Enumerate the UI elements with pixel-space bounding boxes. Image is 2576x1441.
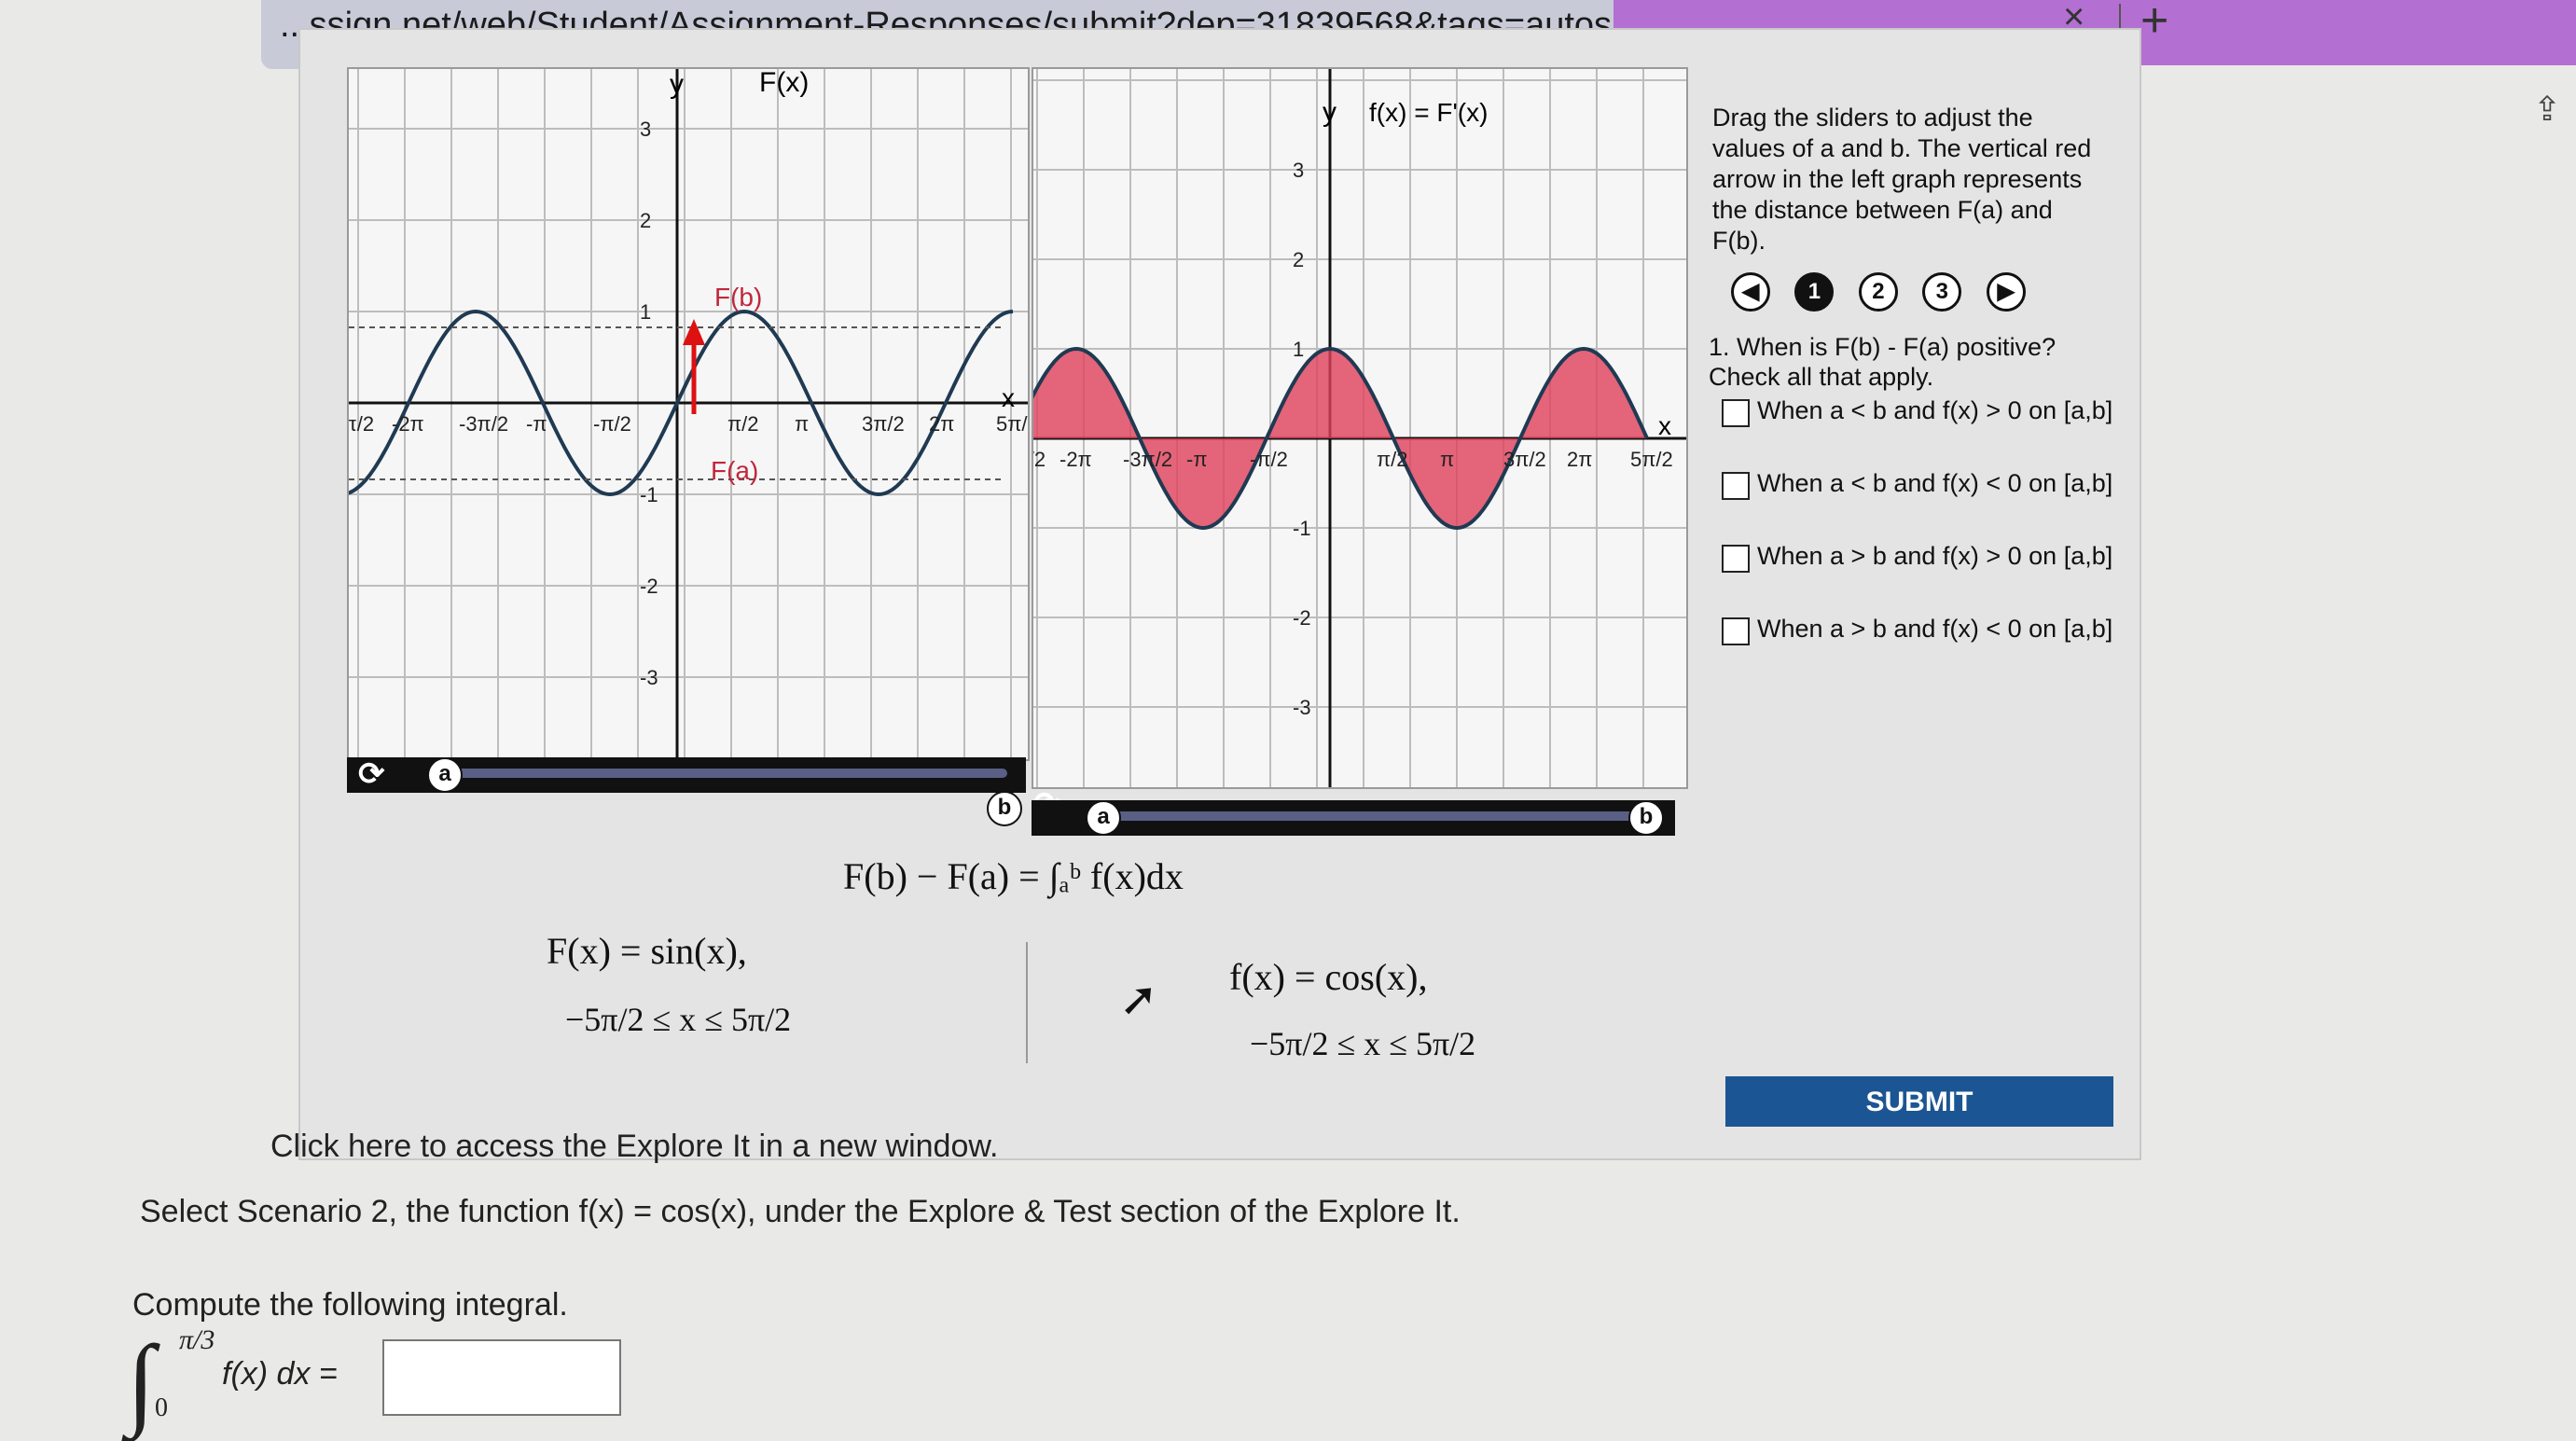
- F-domain: −5π/2 ≤ x ≤ 5π/2: [565, 1001, 792, 1038]
- formula-divider: [1026, 942, 1028, 1063]
- x-tick-label: 3π/2: [862, 412, 905, 436]
- submit-button[interactable]: SUBMIT: [1725, 1076, 2113, 1127]
- x-tick-label: -3π/2: [1123, 448, 1172, 471]
- option-3-checkbox[interactable]: [1722, 545, 1750, 573]
- y-tick-label: -3: [1293, 696, 1311, 719]
- f-definition: f(x) = cos(x),: [1229, 956, 1428, 998]
- share-icon[interactable]: ⇪: [2533, 90, 2561, 129]
- integral-lower-limit: 0: [155, 1393, 168, 1422]
- x-tick-label: 5π/2: [996, 412, 1028, 436]
- x-tick-label: 2π: [1567, 448, 1592, 471]
- x-tick-label: -5π/2: [1033, 448, 1046, 471]
- option-4-checkbox[interactable]: [1722, 617, 1750, 645]
- slider-b-handle[interactable]: b: [1628, 800, 1664, 836]
- y-tick-label: 2: [1293, 248, 1304, 271]
- f-of-x-label: f(x) = F'(x): [1369, 98, 1488, 127]
- left-grid: [349, 36, 1028, 769]
- left-slider-track[interactable]: [431, 769, 1007, 778]
- integral-sign: ∫: [127, 1324, 156, 1438]
- option-2-checkbox[interactable]: [1722, 472, 1750, 500]
- x-tick-label: π/2: [1377, 448, 1408, 471]
- option-1-label[interactable]: When a < b and f(x) > 0 on [a,b]: [1757, 395, 2112, 425]
- y-axis-label: y: [1323, 97, 1336, 128]
- reset-icon[interactable]: ⟳: [358, 755, 385, 793]
- x-axis-label: x: [1002, 383, 1015, 412]
- F-of-a-label: F(a): [711, 456, 758, 485]
- y-tick-label: 1: [1293, 338, 1304, 361]
- explore-it-link[interactable]: Click here to access the Explore It in a…: [270, 1129, 999, 1165]
- y-tick-label: 1: [640, 300, 651, 324]
- F-of-b-label: F(b): [714, 283, 762, 312]
- ftc-formula: F(b) − F(a) = ∫ₐᵇ f(x)dx: [843, 855, 1184, 897]
- x-tick-label: -π: [526, 412, 547, 436]
- y-tick-label: -1: [640, 483, 658, 506]
- integral-shading: [1013, 349, 1647, 528]
- x-tick-label: -π: [1186, 448, 1208, 471]
- step-1-button[interactable]: 1: [1794, 272, 1835, 312]
- y-tick-label: -2: [640, 575, 658, 598]
- x-tick-label: -2π: [1059, 448, 1092, 471]
- new-tab-icon[interactable]: +: [2140, 0, 2168, 48]
- right-slider-track[interactable]: [1087, 811, 1656, 821]
- x-tick-label: 3π/2: [1503, 448, 1546, 471]
- difference-arrowhead: [683, 319, 705, 345]
- integrand: f(x) dx =: [222, 1356, 338, 1392]
- option-2-label[interactable]: When a < b and f(x) < 0 on [a,b]: [1757, 468, 2112, 498]
- next-step-button[interactable]: ▶: [1986, 272, 2026, 312]
- question-text: 1. When is F(b) - F(a) positive? Check a…: [1709, 333, 2057, 391]
- x-tick-label: π: [795, 412, 809, 436]
- x-tick-label: π/2: [727, 412, 759, 436]
- right-slider-bar[interactable]: a b: [1032, 800, 1675, 836]
- y-axis-label: y: [670, 69, 684, 100]
- x-tick-label: π: [1440, 448, 1454, 471]
- prev-step-button[interactable]: ◀: [1731, 272, 1770, 312]
- left-graph-svg: y F(x) x F(b) F(a) -5π/2-2π-3π/2-π-π/2π/…: [325, 36, 1039, 769]
- slider-b-handle[interactable]: b: [987, 791, 1022, 826]
- x-tick-label: -3π/2: [459, 412, 508, 436]
- slider-a-handle[interactable]: a: [427, 757, 463, 793]
- step-3-button[interactable]: 3: [1922, 272, 1962, 312]
- x-axis-label: x: [1658, 411, 1671, 440]
- right-graph: y f(x) = F'(x) x -5π/2 -2π -3π/2 -π -π/2 π/2 π…: [996, 67, 1691, 797]
- slider-a-handle[interactable]: a: [1086, 800, 1121, 836]
- right-graph-svg: y f(x) = F'(x) x -5π/2 -2π -3π/2 -π -π/2 π/2 π…: [996, 69, 1691, 797]
- y-tick-label: -1: [1293, 517, 1311, 540]
- scenario-instruction: Select Scenario 2, the function f(x) = c…: [140, 1194, 1461, 1229]
- x-tick-label: 2π: [929, 412, 954, 436]
- F-definition: F(x) = sin(x),: [547, 930, 747, 972]
- y-tick-label: 3: [640, 118, 651, 141]
- option-4-label[interactable]: When a > b and f(x) < 0 on [a,b]: [1757, 614, 2112, 644]
- x-tick-label: -5π/2: [349, 412, 374, 436]
- mouse-cursor-icon: ➚: [1119, 973, 1158, 1025]
- f-domain: −5π/2 ≤ x ≤ 5π/2: [1250, 1025, 1476, 1062]
- x-tick-label: -2π: [392, 412, 424, 436]
- x-tick-label: -π/2: [593, 412, 631, 436]
- compute-prompt: Compute the following integral.: [132, 1287, 568, 1323]
- y-tick-label: -2: [1293, 606, 1311, 630]
- option-1-checkbox[interactable]: [1722, 399, 1750, 427]
- left-slider-bar[interactable]: ⟳ a: [347, 755, 1026, 793]
- integral-upper-limit: π/3: [179, 1324, 215, 1355]
- F-of-x-label: F(x): [759, 69, 809, 98]
- option-3-label[interactable]: When a > b and f(x) > 0 on [a,b]: [1757, 541, 2112, 571]
- step-2-button[interactable]: 2: [1858, 272, 1898, 312]
- x-tick-label: -π/2: [1250, 448, 1288, 471]
- x-tick-label: 5π/2: [1630, 448, 1673, 471]
- answer-input[interactable]: [382, 1339, 621, 1416]
- instructions-text: Drag the sliders to adjust the values of…: [1712, 104, 2092, 255]
- y-tick-label: 2: [640, 209, 651, 232]
- y-tick-label: 3: [1293, 159, 1304, 182]
- left-graph: y F(x) x F(b) F(a) -5π/2-2π-3π/2-π-π/2π/…: [325, 36, 1039, 769]
- step-navigation: ◀ 1 2 3 ▶: [1731, 272, 2046, 312]
- y-tick-label: -3: [640, 666, 658, 689]
